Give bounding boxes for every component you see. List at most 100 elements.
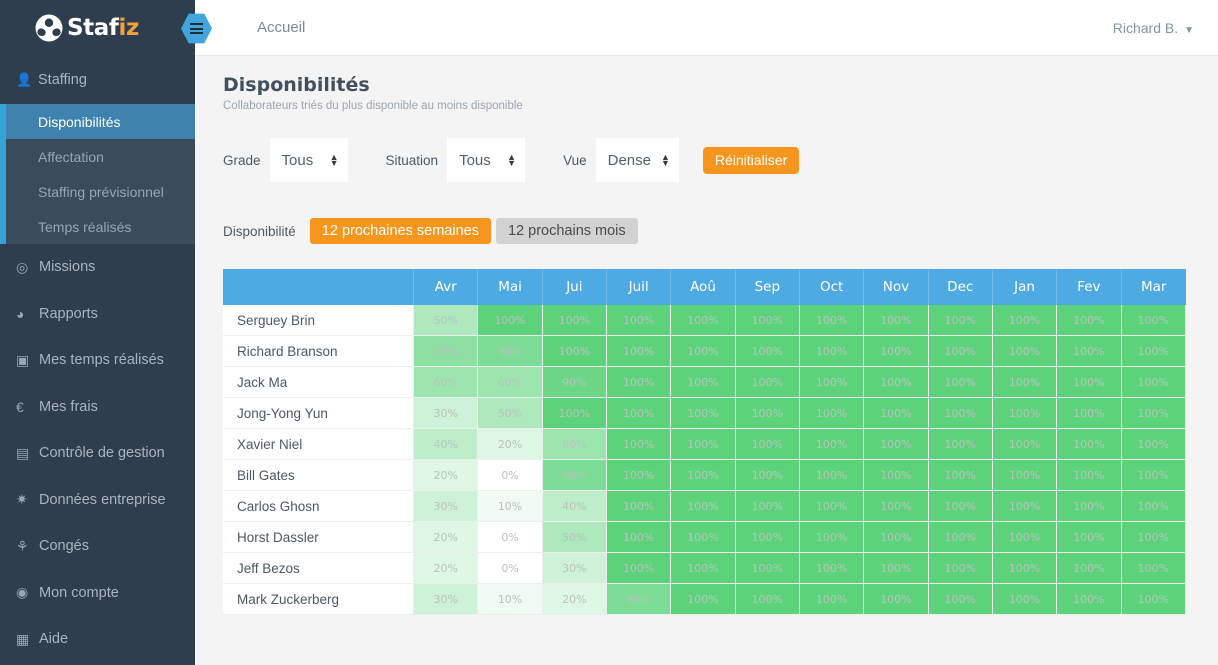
availability-cell[interactable]: 100% — [928, 367, 993, 398]
table-header-month[interactable]: Aoû — [671, 269, 736, 305]
sidebar-item-disponibilites[interactable]: Disponibilités — [0, 104, 195, 139]
availability-cell[interactable]: 100% — [671, 460, 736, 491]
collaborator-name[interactable]: Jack Ma — [223, 367, 415, 398]
availability-cell[interactable]: 50% — [478, 398, 543, 429]
availability-cell[interactable]: 10% — [478, 491, 543, 522]
availability-cell[interactable]: 100% — [799, 367, 865, 398]
availability-cell[interactable]: 100% — [864, 305, 929, 336]
availability-cell[interactable]: 80% — [607, 584, 672, 615]
availability-cell[interactable]: 100% — [671, 584, 736, 615]
availability-cell[interactable]: 100% — [864, 367, 929, 398]
brand-logo[interactable]: Stafiz — [0, 0, 195, 56]
sidebar-item-mes-temps-realises[interactable]: ▣ Mes temps réalisés — [0, 337, 195, 384]
availability-cell[interactable]: 100% — [1057, 398, 1122, 429]
collaborator-name[interactable]: Bill Gates — [223, 460, 415, 491]
availability-cell[interactable]: 100% — [928, 553, 993, 584]
availability-cell[interactable]: 100% — [542, 398, 608, 429]
availability-cell[interactable]: 20% — [414, 460, 479, 491]
availability-cell[interactable]: 30% — [414, 398, 479, 429]
availability-cell[interactable]: 100% — [607, 491, 672, 522]
table-row[interactable]: Jeff Bezos 20% 0% 30% 100% 100% 100% 100% 100% 10… — [223, 553, 1186, 584]
availability-cell[interactable]: 100% — [928, 584, 993, 615]
sidebar-item-controle-de-gestion[interactable]: ▤ Contrôle de gestion — [0, 430, 195, 477]
availability-cell[interactable]: 100% — [799, 398, 865, 429]
availability-cell[interactable]: 100% — [542, 336, 608, 367]
collaborator-name[interactable]: Jeff Bezos — [223, 553, 415, 584]
availability-cell[interactable]: 100% — [542, 305, 608, 336]
availability-cell[interactable]: 100% — [992, 398, 1058, 429]
availability-cell[interactable]: 100% — [1057, 305, 1122, 336]
availability-cell[interactable]: 60% — [414, 367, 479, 398]
availability-cell[interactable]: 100% — [992, 336, 1058, 367]
availability-cell[interactable]: 100% — [992, 491, 1058, 522]
availability-cell[interactable]: 50% — [414, 305, 479, 336]
table-header-month[interactable]: Avr — [414, 269, 479, 305]
availability-cell[interactable]: 100% — [735, 336, 800, 367]
availability-cell[interactable]: 100% — [607, 429, 672, 460]
vue-select[interactable]: Dense ▲ ▼ — [595, 138, 679, 182]
availability-cell[interactable]: 100% — [1057, 491, 1122, 522]
availability-cell[interactable]: 100% — [735, 491, 800, 522]
availability-cell[interactable]: 60% — [542, 429, 608, 460]
availability-cell[interactable]: 20% — [414, 553, 479, 584]
availability-cell[interactable]: 100% — [1121, 429, 1186, 460]
availability-cell[interactable]: 100% — [928, 429, 993, 460]
availability-cell[interactable]: 100% — [799, 429, 865, 460]
sidebar-item-aide[interactable]: ▦ Aide — [0, 616, 195, 663]
situation-select[interactable]: Tous ▲ ▼ — [447, 138, 526, 182]
availability-cell[interactable]: 100% — [1057, 584, 1122, 615]
availability-cell[interactable]: 100% — [1121, 336, 1186, 367]
availability-cell[interactable]: 30% — [542, 553, 608, 584]
availability-cell[interactable]: 100% — [799, 491, 865, 522]
availability-cell[interactable]: 100% — [799, 460, 865, 491]
availability-cell[interactable]: 100% — [799, 553, 865, 584]
availability-cell[interactable]: 100% — [864, 429, 929, 460]
availability-cell[interactable]: 100% — [1121, 398, 1186, 429]
availability-cell[interactable]: 100% — [992, 367, 1058, 398]
availability-cell[interactable]: 100% — [1121, 584, 1186, 615]
availability-cell[interactable]: 20% — [414, 522, 479, 553]
availability-cell[interactable]: 100% — [671, 336, 736, 367]
availability-cell[interactable]: 80% — [542, 460, 608, 491]
collaborator-name[interactable]: Serguey Brin — [223, 305, 415, 336]
availability-cell[interactable]: 0% — [478, 522, 543, 553]
collaborator-name[interactable]: Horst Dassler — [223, 522, 415, 553]
availability-cell[interactable]: 100% — [735, 429, 800, 460]
table-row[interactable]: Serguey Brin 50% 100% 100% 100% 100% 100% 100% 1… — [223, 305, 1186, 336]
collaborator-name[interactable]: Jong-Yong Yun — [223, 398, 415, 429]
availability-cell[interactable]: 20% — [478, 429, 543, 460]
sidebar-item-donnees-entreprise[interactable]: ✷ Données entreprise — [0, 477, 195, 524]
availability-cell[interactable]: 100% — [992, 522, 1058, 553]
sidebar-item-missions[interactable]: ◎ Missions — [0, 244, 195, 291]
availability-cell[interactable]: 100% — [799, 336, 865, 367]
availability-cell[interactable]: 100% — [607, 522, 672, 553]
grade-select[interactable]: Tous ▲ ▼ — [269, 138, 348, 182]
collaborator-name[interactable]: Richard Branson — [223, 336, 415, 367]
sidebar-item-mon-compte[interactable]: ◉ Mon compte — [0, 570, 195, 617]
table-row[interactable]: Xavier Niel 40% 20% 60% 100% 100% 100% 100% 100%… — [223, 429, 1186, 460]
availability-cell[interactable]: 100% — [478, 305, 543, 336]
availability-cell[interactable]: 100% — [671, 522, 736, 553]
availability-cell[interactable]: 100% — [735, 460, 800, 491]
availability-cell[interactable]: 100% — [735, 522, 800, 553]
table-header-month[interactable]: Juil — [607, 269, 672, 305]
availability-cell[interactable]: 100% — [992, 460, 1058, 491]
availability-cell[interactable]: 100% — [607, 305, 672, 336]
availability-cell[interactable]: 30% — [414, 584, 479, 615]
availability-cell[interactable]: 50% — [542, 522, 608, 553]
table-row[interactable]: Jack Ma 60% 60% 90% 100% 100% 100% 100% 100% 100%… — [223, 367, 1186, 398]
availability-cell[interactable]: 100% — [864, 522, 929, 553]
availability-cell[interactable]: 100% — [1057, 522, 1122, 553]
table-header-month[interactable]: Jui — [542, 269, 608, 305]
availability-cell[interactable]: 70% — [414, 336, 479, 367]
availability-cell[interactable]: 100% — [799, 584, 865, 615]
availability-cell[interactable]: 100% — [1121, 553, 1186, 584]
availability-cell[interactable]: 100% — [928, 398, 993, 429]
period-option-weeks[interactable]: 12 prochaines semaines — [309, 218, 491, 244]
sidebar-item-staffing-previsionnel[interactable]: Staffing prévisionnel — [0, 174, 195, 209]
sidebar-section-staffing[interactable]: 👤 Staffing — [0, 56, 195, 104]
breadcrumb[interactable]: Accueil — [257, 19, 305, 36]
table-row[interactable]: Horst Dassler 20% 0% 50% 100% 100% 100% 100% 100… — [223, 522, 1186, 553]
collaborator-name[interactable]: Xavier Niel — [223, 429, 415, 460]
sidebar-item-rapports[interactable]: ◕ Rapports — [0, 291, 195, 338]
